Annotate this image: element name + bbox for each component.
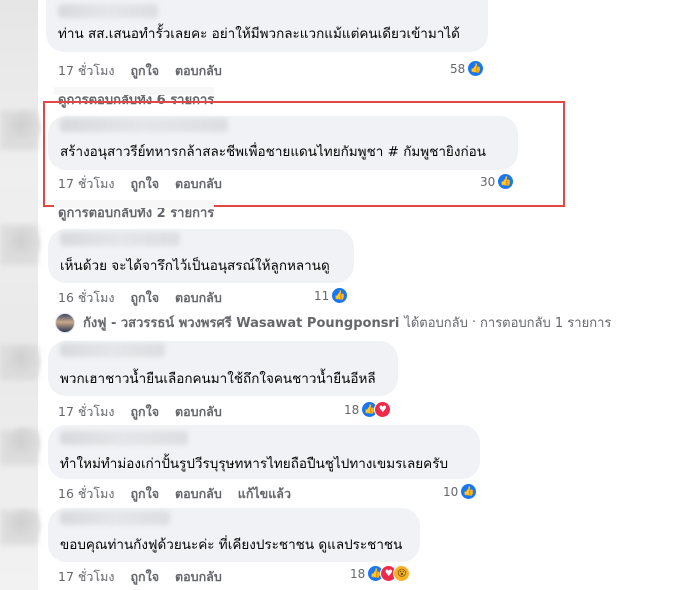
blurred-avatar <box>8 112 40 144</box>
comment-actions: 16 ชั่วโมง ถูกใจ ตอบกลับ <box>58 288 238 308</box>
comment-time[interactable]: 16 ชั่วโมง <box>58 484 114 504</box>
replier-name[interactable]: กังฟู - วสวรรธน์ พวงพรศรี Wasawat Poungp… <box>83 312 399 333</box>
comment-time[interactable]: 17 ชั่วโมง <box>58 567 114 587</box>
comment-actions: 17 ชั่วโมง ถูกใจ ตอบกลับ <box>58 402 238 422</box>
comment-actions: 16 ชั่วโมง ถูกใจ ตอบกลับ แก้ไขแล้ว <box>58 484 307 504</box>
blurred-author-name <box>60 511 170 525</box>
reaction-summary[interactable]: 10 👍 <box>443 483 478 500</box>
like-button[interactable]: ถูกใจ <box>130 288 159 308</box>
comment-actions: 17 ชั่วโมง ถูกใจ ตอบกลับ <box>58 61 238 81</box>
blurred-author-name <box>60 343 165 357</box>
replier-avatar <box>55 312 75 333</box>
comment-text: ทำใหม่ทำม่องเก่าปั้นรูปวีรบุรุษทหารไทยถื… <box>60 456 449 472</box>
reply-button[interactable]: ตอบกลับ <box>175 61 222 81</box>
reaction-summary[interactable]: 58 👍 <box>450 60 485 77</box>
overlap-bar <box>54 200 215 208</box>
reply-button[interactable]: ตอบกลับ <box>175 288 222 308</box>
like-icon: 👍 <box>460 483 478 500</box>
love-icon: ♥ <box>374 401 392 418</box>
comment-time[interactable]: 16 ชั่วโมง <box>58 288 114 308</box>
comment-bubble: ทำใหม่ทำม่องเก่าปั้นรูปวีรบุรุษทหารไทยถื… <box>48 425 480 479</box>
blurred-author-name <box>60 232 180 246</box>
highlight-box <box>43 101 565 207</box>
comment-text: พวกเฮาชาวน้ำยืนเลือกคนมาใช้ถึกใจคนชาวน้ำ… <box>60 371 376 387</box>
blurred-avatar <box>8 510 40 542</box>
like-button[interactable]: ถูกใจ <box>130 567 159 587</box>
view-replies-link[interactable]: ดูการตอบกลับทั้ง 2 รายการ <box>54 200 215 223</box>
reaction-count: 58 <box>450 61 466 76</box>
comment-bubble: ท่าน สส.เสนอทำรั้วเลยคะ อย่าให้มีพวกละแว… <box>46 0 488 52</box>
comment-bubble: เห็นด้วย จะได้จารึกไว้เป็นอนุสรณ์ให้ลูกห… <box>48 229 354 283</box>
blurred-author-name <box>60 431 188 445</box>
reply-action-text: ได้ตอบกลับ <box>404 316 468 331</box>
comment-actions: 17 ชั่วโมง ถูกใจ ตอบกลับ <box>58 567 238 587</box>
reaction-summary[interactable]: 18 👍 ♥ <box>344 401 392 418</box>
left-edge-blur <box>0 0 38 590</box>
comment-text: ท่าน สส.เสนอทำรั้วเลยคะ อย่าให้มีพวกละแว… <box>58 26 460 42</box>
reaction-count: 11 <box>314 288 330 303</box>
comment-time[interactable]: 17 ชั่วโมง <box>58 402 114 422</box>
comment-bubble: พวกเฮาชาวน้ำยืนเลือกคนมาใช้ถึกใจคนชาวน้ำ… <box>48 341 398 396</box>
reaction-summary[interactable]: 18 👍 ♥ 😮 <box>350 565 411 582</box>
reply-button[interactable]: ตอบกลับ <box>175 567 222 587</box>
like-icon: 👍 <box>331 287 349 304</box>
blurred-avatar <box>8 428 40 460</box>
like-button[interactable]: ถูกใจ <box>130 484 159 504</box>
edited-label[interactable]: แก้ไขแล้ว <box>238 484 291 504</box>
reaction-summary[interactable]: 11 👍 <box>314 287 349 304</box>
reaction-count: 18 <box>350 566 366 581</box>
like-button[interactable]: ถูกใจ <box>130 61 159 81</box>
blurred-avatar <box>8 228 40 260</box>
comment-bubble: ขอบคุณท่านกังฟูด้วยนะค่ะ ที่เคียงประชาชน… <box>48 508 420 562</box>
overlap-bar <box>54 87 215 95</box>
comment-time[interactable]: 17 ชั่วโมง <box>58 61 114 81</box>
reaction-count: 10 <box>443 484 459 499</box>
reply-button[interactable]: ตอบกลับ <box>175 402 222 422</box>
like-icon: 👍 <box>467 60 485 77</box>
comment-text: ขอบคุณท่านกังฟูด้วยนะค่ะ ที่เคียงประชาชน… <box>60 537 403 553</box>
blurred-avatar <box>8 346 40 378</box>
blurred-author-name <box>58 4 158 18</box>
wow-icon: 😮 <box>393 565 411 582</box>
comment-text: เห็นด้วย จะได้จารึกไว้เป็นอนุสรณ์ให้ลูกห… <box>60 258 330 274</box>
separator-dot: · <box>471 315 477 330</box>
reaction-count: 18 <box>344 402 360 417</box>
like-button[interactable]: ถูกใจ <box>130 402 159 422</box>
reply-notice[interactable]: กังฟู - วสวรรธน์ พวงพรศรี Wasawat Poungp… <box>55 312 611 333</box>
reply-count-text[interactable]: การตอบกลับ 1 รายการ <box>480 312 611 333</box>
reply-button[interactable]: ตอบกลับ <box>175 484 222 504</box>
